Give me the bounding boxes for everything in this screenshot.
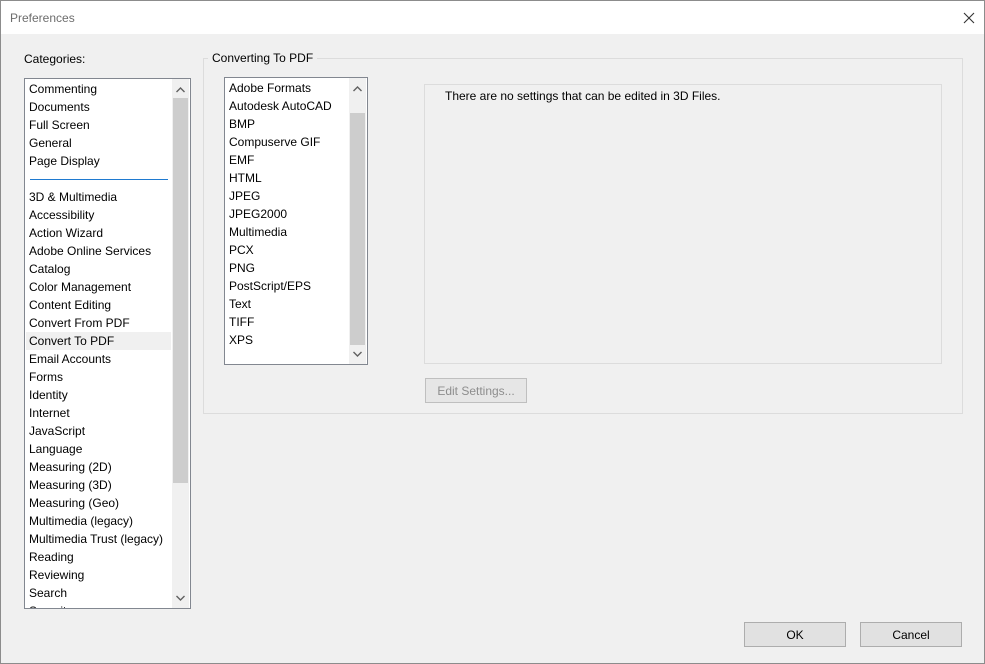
close-icon bbox=[963, 12, 975, 23]
categories-scroll-thumb[interactable] bbox=[173, 98, 188, 483]
category-item[interactable]: Convert From PDF bbox=[26, 314, 171, 332]
format-item[interactable]: XPS bbox=[226, 331, 347, 349]
formats-scroll-thumb[interactable] bbox=[350, 113, 365, 345]
categories-label: Categories: bbox=[24, 52, 86, 66]
format-item[interactable]: BMP bbox=[226, 115, 347, 133]
category-item[interactable]: Content Editing bbox=[26, 296, 171, 314]
category-item[interactable]: Adobe Online Services bbox=[26, 242, 171, 260]
scroll-down-button[interactable] bbox=[172, 589, 189, 606]
category-item[interactable]: Documents bbox=[26, 98, 171, 116]
category-separator bbox=[30, 179, 168, 180]
ok-button[interactable]: OK bbox=[744, 622, 846, 647]
category-item[interactable]: Search bbox=[26, 584, 171, 602]
category-item[interactable]: Multimedia Trust (legacy) bbox=[26, 530, 171, 548]
category-item[interactable]: Commenting bbox=[26, 80, 171, 98]
scroll-down-button[interactable] bbox=[349, 345, 366, 362]
preferences-dialog: Preferences Categories: Commenting Docume… bbox=[0, 0, 985, 664]
formats-scrollbar[interactable] bbox=[349, 78, 366, 364]
format-item[interactable]: Multimedia bbox=[226, 223, 347, 241]
settings-panel: There are no settings that can be edited… bbox=[424, 84, 942, 364]
cancel-button[interactable]: Cancel bbox=[860, 622, 962, 647]
window-title: Preferences bbox=[10, 11, 75, 25]
category-item[interactable]: Measuring (3D) bbox=[26, 476, 171, 494]
categories-list[interactable]: Commenting Documents Full Screen General Pag… bbox=[24, 78, 191, 609]
category-item[interactable]: Color Management bbox=[26, 278, 171, 296]
category-item[interactable]: Forms bbox=[26, 368, 171, 386]
category-item-selected[interactable]: Convert To PDF bbox=[26, 332, 171, 350]
category-item[interactable]: General bbox=[26, 134, 171, 152]
category-item[interactable]: JavaScript bbox=[26, 422, 171, 440]
chevron-up-icon bbox=[176, 86, 185, 92]
category-item[interactable]: Measuring (Geo) bbox=[26, 494, 171, 512]
format-item[interactable]: EMF bbox=[226, 151, 347, 169]
format-item[interactable]: JPEG2000 bbox=[226, 205, 347, 223]
category-item[interactable]: Language bbox=[26, 440, 171, 458]
format-item[interactable]: JPEG bbox=[226, 187, 347, 205]
category-item[interactable]: Catalog bbox=[26, 260, 171, 278]
format-item[interactable]: Autodesk AutoCAD bbox=[226, 97, 347, 115]
title-bar: Preferences bbox=[1, 1, 984, 34]
category-item[interactable]: Internet bbox=[26, 404, 171, 422]
category-item[interactable]: Action Wizard bbox=[26, 224, 171, 242]
chevron-down-icon bbox=[353, 351, 362, 357]
chevron-down-icon bbox=[176, 595, 185, 601]
chevron-up-icon bbox=[353, 85, 362, 91]
category-item[interactable]: 3D & Multimedia bbox=[26, 188, 171, 206]
format-item[interactable]: PNG bbox=[226, 259, 347, 277]
category-item[interactable]: Full Screen bbox=[26, 116, 171, 134]
category-item[interactable]: Identity bbox=[26, 386, 171, 404]
scroll-up-button[interactable] bbox=[349, 80, 366, 97]
scroll-up-button[interactable] bbox=[172, 81, 189, 98]
format-item[interactable]: Adobe Formats bbox=[226, 79, 347, 97]
categories-scrollbar[interactable] bbox=[172, 79, 189, 608]
format-item[interactable]: PostScript/EPS bbox=[226, 277, 347, 295]
group-label: Converting To PDF bbox=[208, 51, 318, 65]
category-item[interactable]: Accessibility bbox=[26, 206, 171, 224]
settings-message: There are no settings that can be edited… bbox=[445, 89, 721, 103]
category-item[interactable]: Reviewing bbox=[26, 566, 171, 584]
category-item[interactable]: Security bbox=[26, 602, 171, 608]
format-item[interactable]: Text bbox=[226, 295, 347, 313]
category-item[interactable]: Measuring (2D) bbox=[26, 458, 171, 476]
close-button[interactable] bbox=[954, 1, 984, 34]
category-item[interactable]: Email Accounts bbox=[26, 350, 171, 368]
category-item[interactable]: Page Display bbox=[26, 152, 171, 170]
formats-list[interactable]: Adobe Formats Autodesk AutoCAD BMP Compuser… bbox=[224, 77, 368, 365]
category-item[interactable]: Multimedia (legacy) bbox=[26, 512, 171, 530]
format-item[interactable]: PCX bbox=[226, 241, 347, 259]
format-item[interactable]: HTML bbox=[226, 169, 347, 187]
category-item[interactable]: Reading bbox=[26, 548, 171, 566]
edit-settings-button[interactable]: Edit Settings... bbox=[425, 378, 527, 403]
format-item[interactable]: Compuserve GIF bbox=[226, 133, 347, 151]
format-item[interactable]: TIFF bbox=[226, 313, 347, 331]
